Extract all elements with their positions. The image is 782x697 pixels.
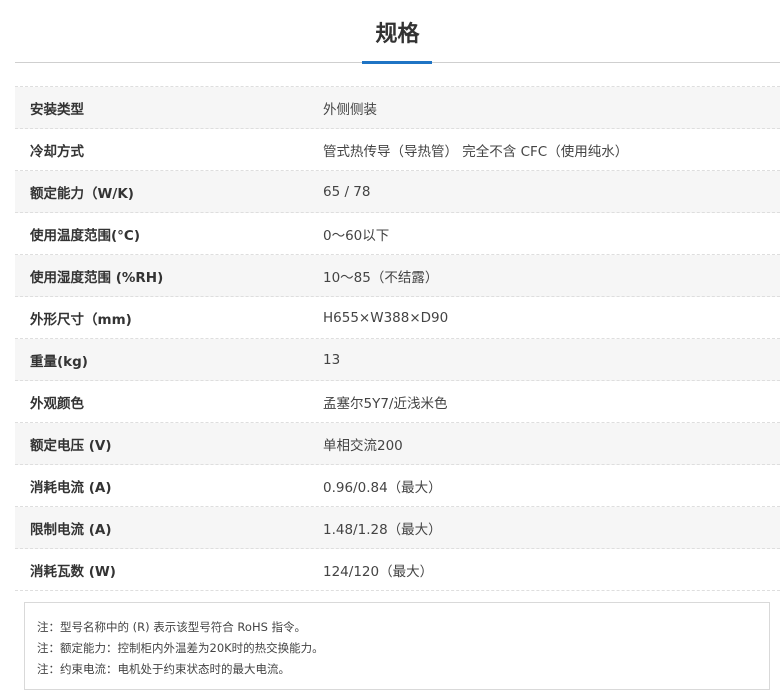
spec-row: 重量(kg) 13	[15, 339, 780, 381]
spec-row: 消耗电流 (A) 0.96/0.84（最大）	[15, 465, 780, 507]
spec-value: 13	[323, 351, 341, 368]
spec-row: 额定电压 (V) 单相交流200	[15, 423, 780, 465]
spec-label: 使用温度范围(°C)	[30, 227, 140, 244]
spec-label: 安装类型	[30, 101, 84, 118]
spec-row: 消耗瓦数 (W) 124/120（最大）	[15, 549, 780, 591]
spec-row: 使用湿度范围 (%RH) 10～85（不结露）	[15, 255, 780, 297]
spec-value: 管式热传导（导热管） 完全不含 CFC（使用纯水）	[323, 143, 629, 160]
spec-label: 额定电压 (V)	[30, 437, 112, 454]
spec-label: 限制电流 (A)	[30, 521, 112, 538]
title-accent-underline	[362, 61, 432, 64]
notes-box: 注：型号名称中的 (R) 表示该型号符合 RoHS 指令。 注：额定能力：控制柜…	[24, 602, 770, 690]
spec-value: 0.96/0.84（最大）	[323, 479, 442, 496]
spec-row: 冷却方式 管式热传导（导热管） 完全不含 CFC（使用纯水）	[15, 129, 780, 171]
note-line: 注：约束电流：电机处于约束状态时的最大电流。	[37, 662, 290, 676]
spec-row: 外观颜色 孟塞尔5Y7/近浅米色	[15, 381, 780, 423]
spec-label: 消耗电流 (A)	[30, 479, 112, 496]
spec-label: 重量(kg)	[30, 353, 88, 370]
spec-value: 65 / 78	[323, 183, 371, 200]
spec-row: 使用温度范围(°C) 0～60以下	[15, 213, 780, 255]
spec-label: 使用湿度范围 (%RH)	[30, 269, 164, 286]
spec-value: 0～60以下	[323, 227, 390, 244]
spec-value: 124/120（最大）	[323, 563, 434, 580]
spec-value: 1.48/1.28（最大）	[323, 521, 442, 538]
spec-value: 10～85（不结露）	[323, 269, 439, 286]
spec-row: 安装类型 外侧侧装	[15, 87, 780, 129]
spec-value: 孟塞尔5Y7/近浅米色	[323, 395, 448, 412]
spec-table: 安装类型 外侧侧装 冷却方式 管式热传导（导热管） 完全不含 CFC（使用纯水） 额…	[15, 86, 780, 591]
spec-label: 外观颜色	[30, 395, 84, 412]
spec-label: 额定能力（W/K)	[30, 185, 134, 202]
spec-label: 外形尺寸（mm)	[30, 311, 132, 328]
note-line: 注：型号名称中的 (R) 表示该型号符合 RoHS 指令。	[37, 620, 307, 634]
spec-label: 消耗瓦数 (W)	[30, 563, 116, 580]
section-title: 规格	[375, 22, 420, 47]
spec-value: 单相交流200	[323, 437, 403, 454]
spec-label: 冷却方式	[30, 143, 84, 160]
spec-value: H655×W388×D90	[323, 309, 449, 326]
spec-value: 外侧侧装	[323, 101, 377, 118]
spec-row: 外形尺寸（mm) H655×W388×D90	[15, 297, 780, 339]
spec-row: 额定能力（W/K) 65 / 78	[15, 171, 780, 213]
note-line: 注：额定能力：控制柜内外温差为20K时的热交换能力。	[37, 641, 324, 655]
spec-row: 限制电流 (A) 1.48/1.28（最大）	[15, 507, 780, 549]
